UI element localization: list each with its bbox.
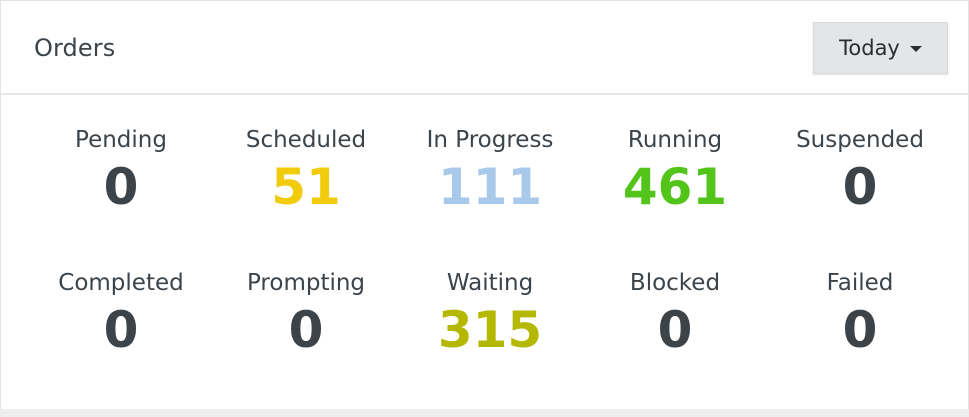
panel-title: Orders bbox=[34, 34, 116, 62]
stat-label: Waiting bbox=[446, 270, 534, 296]
panel-header: Orders Today bbox=[1, 1, 968, 95]
stat-suspended[interactable]: Suspended 0 bbox=[768, 125, 952, 217]
stat-value: 0 bbox=[842, 301, 878, 359]
stat-value: 0 bbox=[103, 301, 139, 359]
date-range-label: Today bbox=[839, 36, 900, 60]
stat-label: Pending bbox=[75, 127, 167, 153]
stat-in-progress[interactable]: In Progress 111 bbox=[398, 125, 582, 217]
orders-panel: Orders Today Pending 0 Scheduled 51 In P… bbox=[0, 0, 969, 411]
stat-value: 0 bbox=[657, 301, 693, 359]
stat-completed[interactable]: Completed 0 bbox=[29, 268, 213, 360]
stat-label: Failed bbox=[826, 270, 894, 296]
stat-label: In Progress bbox=[426, 127, 554, 153]
stat-blocked[interactable]: Blocked 0 bbox=[583, 268, 767, 360]
stat-label: Blocked bbox=[629, 270, 721, 296]
stat-value: 0 bbox=[103, 158, 139, 216]
date-range-dropdown[interactable]: Today bbox=[813, 22, 948, 74]
stat-label: Running bbox=[627, 127, 723, 153]
stat-failed[interactable]: Failed 0 bbox=[768, 268, 952, 360]
stat-label: Suspended bbox=[796, 127, 924, 153]
stat-label: Scheduled bbox=[245, 127, 367, 153]
stat-value: 0 bbox=[288, 301, 324, 359]
stat-running[interactable]: Running 461 bbox=[583, 125, 767, 217]
stat-value: 315 bbox=[437, 301, 543, 359]
stats-grid: Pending 0 Scheduled 51 In Progress 111 R… bbox=[29, 111, 951, 401]
stat-value: 0 bbox=[842, 158, 878, 216]
stat-label: Prompting bbox=[246, 270, 366, 296]
stat-value: 461 bbox=[622, 158, 728, 216]
stat-pending[interactable]: Pending 0 bbox=[29, 125, 213, 217]
stat-value: 51 bbox=[271, 158, 341, 216]
stat-value: 111 bbox=[437, 158, 543, 216]
caret-down-icon bbox=[909, 46, 922, 52]
panel-bottom-shadow bbox=[0, 409, 969, 417]
stat-label: Completed bbox=[58, 270, 184, 296]
stat-prompting[interactable]: Prompting 0 bbox=[214, 268, 398, 360]
stat-scheduled[interactable]: Scheduled 51 bbox=[214, 125, 398, 217]
stat-waiting[interactable]: Waiting 315 bbox=[398, 268, 582, 360]
